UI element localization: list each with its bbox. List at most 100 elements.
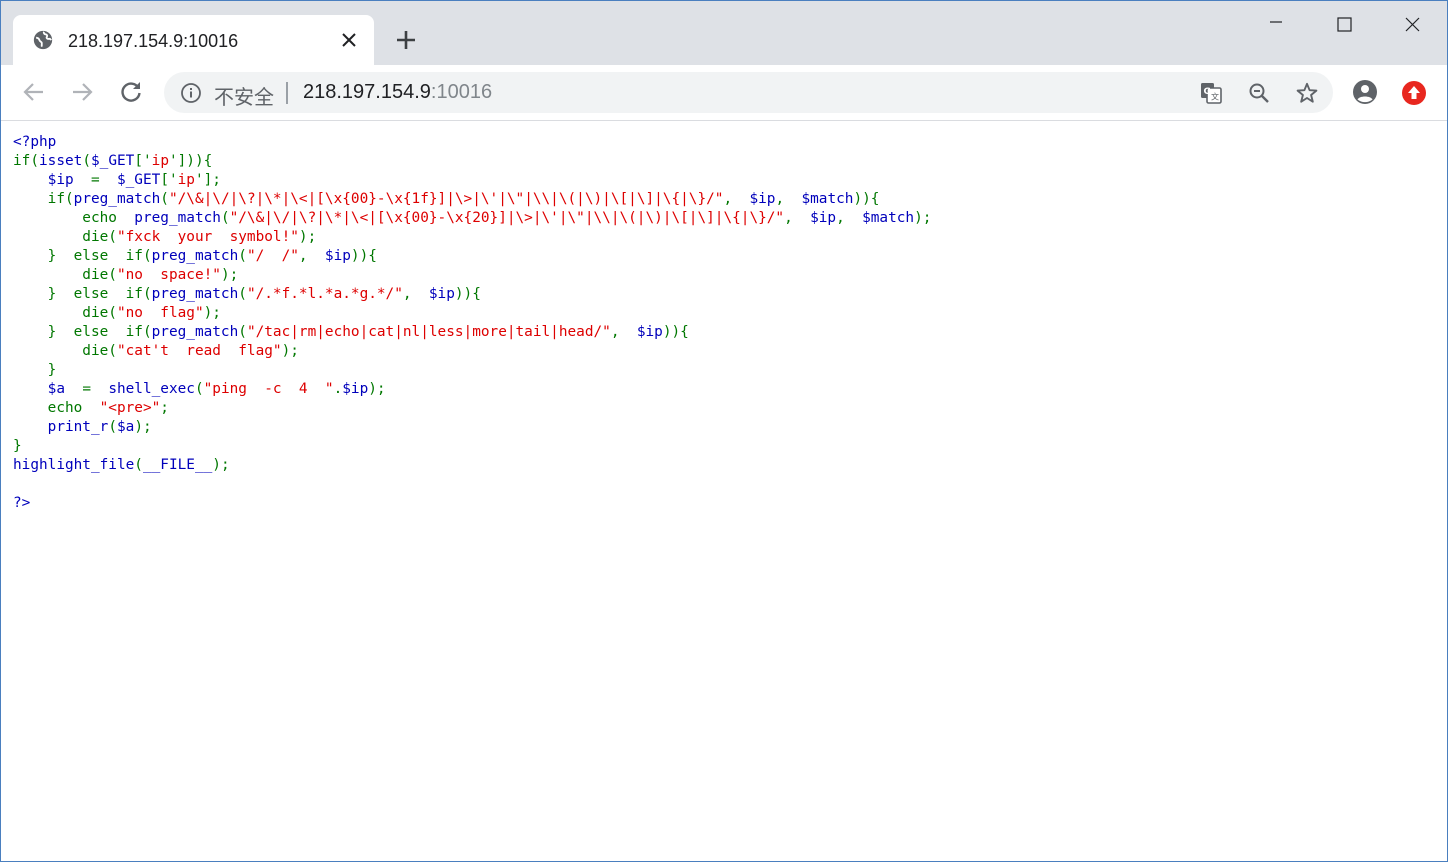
address-bar[interactable]: 不安全 218.197.154.9:10016 G 文 (164, 72, 1333, 113)
url-text[interactable]: 218.197.154.9:10016 (303, 81, 492, 104)
code-token: preg_match (151, 248, 239, 264)
code-line: print_r($a); (13, 418, 1433, 437)
svg-text:文: 文 (1211, 92, 1219, 102)
security-label[interactable]: 不安全 (214, 81, 274, 110)
star-icon[interactable] (1295, 81, 1319, 105)
maximize-icon[interactable] (1324, 11, 1364, 39)
code-token: preg_match (151, 286, 239, 302)
code-token: ; (160, 400, 169, 416)
code-token: ip (177, 172, 195, 188)
code-token: die( (13, 267, 117, 283)
code-token: ']; (194, 172, 221, 188)
code-token: } (13, 362, 57, 378)
code-line: die("no space!"); (13, 266, 1433, 285)
back-icon[interactable] (21, 79, 47, 105)
plus-icon[interactable] (394, 28, 418, 52)
browser-window: 218.197.154.9:10016 不安全 218.197.154.9:10… (0, 0, 1448, 862)
code-line: die("cat't read flag"); (13, 342, 1433, 361)
info-icon[interactable] (180, 82, 202, 104)
code-line: } (13, 361, 1433, 380)
code-token: )) (853, 191, 871, 207)
code-token: "<pre>" (99, 400, 161, 416)
code-line: if(preg_match("/\&|\/|\?|\*|\<|[\x{00}-\… (13, 190, 1433, 209)
code-line: echo "<pre>"; (13, 399, 1433, 418)
code-token: , (723, 191, 750, 207)
code-token: ( (238, 286, 247, 302)
code-token: print_r (13, 419, 109, 435)
code-token: "/.*f.*l.*a.*g.*/" (246, 286, 403, 302)
code-token: $match (801, 191, 854, 207)
code-token: ( (108, 419, 117, 435)
code-token: $ip (810, 210, 837, 226)
code-line: echo preg_match("/\&|\/|\?|\*|\<|[\x{00}… (13, 209, 1433, 228)
code-token: $ip (636, 324, 663, 340)
code-token: ( (82, 153, 91, 169)
code-token: echo (13, 210, 135, 226)
code-token: $ip (13, 172, 91, 188)
code-token: [' (160, 172, 178, 188)
code-token: ); (281, 343, 299, 359)
code-token: )) (350, 248, 369, 264)
code-token: ip (151, 153, 169, 169)
code-token: , (402, 286, 429, 302)
code-token: shell_exec (108, 381, 195, 397)
code-token: , (836, 210, 863, 226)
code-token: ( (160, 191, 169, 207)
code-token: , (298, 248, 325, 264)
code-token: die( (13, 305, 117, 321)
code-token: ( (238, 324, 247, 340)
code-line: die("fxck your symbol!"); (13, 228, 1433, 247)
profile-icon[interactable] (1352, 79, 1378, 105)
code-token: $a (116, 419, 135, 435)
reload-icon[interactable] (118, 79, 144, 105)
code-token: { (870, 191, 880, 207)
code-token: ); (368, 381, 386, 397)
code-token: $ip (342, 381, 369, 397)
code-line: $a = shell_exec("ping -c 4 ".$ip); (13, 380, 1433, 399)
code-token: ( (220, 210, 230, 226)
code-token: ); (298, 229, 317, 245)
code-token: )) (662, 324, 681, 340)
code-line: die("no flag"); (13, 304, 1433, 323)
code-line: if(isset($_GET['ip'])){ (13, 152, 1433, 171)
tab-title: 218.197.154.9:10016 (68, 31, 239, 51)
php-source-code: <?php if(isset($_GET['ip'])){ $ip = $_GET… (13, 133, 1433, 513)
browser-tab[interactable]: 218.197.154.9:10016 (13, 15, 374, 65)
forward-icon[interactable] (69, 79, 95, 105)
code-token: "/ /" (246, 248, 299, 264)
code-token: $match (862, 210, 915, 226)
code-token: "ping -c 4 " (203, 381, 334, 397)
code-token: ?> (13, 495, 31, 511)
code-token: ); (134, 419, 152, 435)
code-token: )) (454, 286, 473, 302)
tab-strip: 218.197.154.9:10016 (1, 1, 1447, 65)
code-token: = (82, 381, 109, 397)
code-token: ); (203, 305, 221, 321)
translate-icon[interactable]: G 文 (1199, 81, 1223, 105)
close-icon[interactable] (1392, 11, 1432, 39)
code-token: '])){ (168, 153, 213, 169)
code-token: "/\&|\/|\?|\*|\<|[\x{00}-\x{1f}]|\>|\'|\… (168, 191, 724, 207)
extension-icon[interactable] (1401, 80, 1427, 106)
code-line: highlight_file(__FILE__); (13, 456, 1433, 475)
code-token: "no space!" (116, 267, 221, 283)
close-tab-icon[interactable] (339, 30, 359, 50)
code-token: echo (13, 400, 100, 416)
minimize-icon[interactable] (1256, 11, 1296, 39)
url-port: :10016 (430, 81, 493, 103)
code-token: "cat't read flag" (116, 343, 282, 359)
code-token: ); (212, 457, 230, 473)
code-token: "/\&|\/|\?|\*|\<|[\x{00}-\x{20}]|\>|\'|\… (229, 210, 785, 226)
code-token: ( (194, 381, 204, 397)
svg-text:G: G (1204, 87, 1211, 97)
code-line: } else if(preg_match("/tac|rm|echo|cat|n… (13, 323, 1433, 342)
security-separator (286, 80, 288, 104)
code-token: , (775, 191, 802, 207)
code-token: ); (914, 210, 932, 226)
code-token: preg_match (73, 191, 161, 207)
zoom-out-icon[interactable] (1247, 81, 1271, 105)
code-token: } else if( (13, 248, 152, 264)
code-token: ); (220, 267, 239, 283)
code-token: } else if( (13, 286, 152, 302)
code-token: $ip (749, 191, 776, 207)
